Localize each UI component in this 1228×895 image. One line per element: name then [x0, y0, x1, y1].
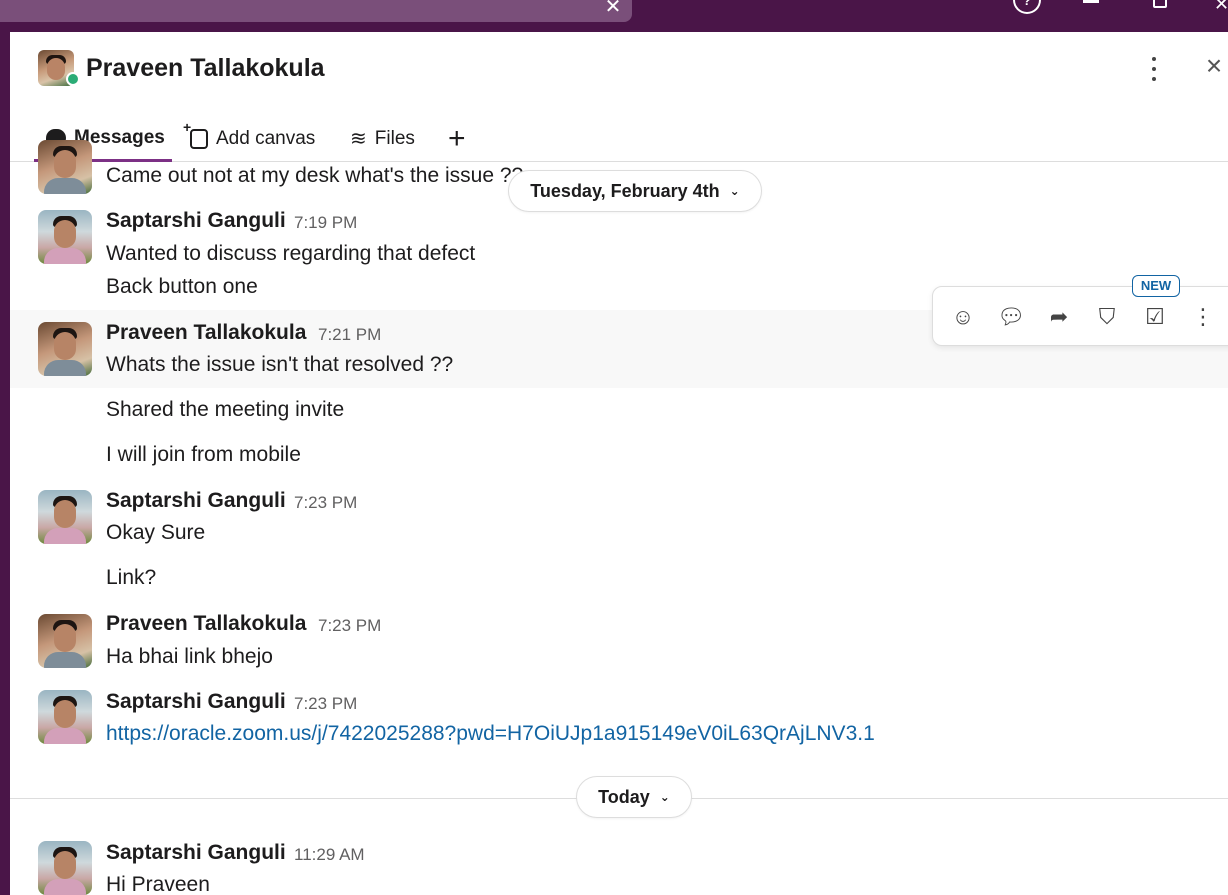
- avatar-face: [54, 150, 76, 178]
- avatar[interactable]: [38, 841, 92, 895]
- message-sender[interactable]: Saptarshi Ganguli: [106, 489, 286, 513]
- window-close-icon[interactable]: ✕: [1214, 0, 1228, 15]
- conversation-title[interactable]: Praveen Tallakokula: [86, 54, 325, 83]
- message-actions-toolbar: ☺ 💬︎ ➦ ⛉ ☑ ⋮: [932, 286, 1228, 346]
- avatar-body: [44, 528, 86, 544]
- avatar-face: [54, 332, 76, 360]
- chevron-down-icon: ⌄: [729, 184, 740, 198]
- avatar-face: [54, 851, 76, 879]
- avatar[interactable]: [38, 210, 92, 264]
- message-text: Back button one: [106, 275, 258, 298]
- chevron-down-icon: ⌄: [659, 790, 670, 804]
- conversation-tabs: Messages Add canvas ≋ Files +: [10, 116, 1228, 162]
- message-timestamp[interactable]: 7:23 PM: [294, 493, 357, 513]
- maximize-icon[interactable]: [1153, 0, 1167, 8]
- avatar-body: [44, 652, 86, 668]
- message-timestamp[interactable]: 7:23 PM: [318, 616, 381, 636]
- message-timestamp[interactable]: 7:23 PM: [294, 694, 357, 714]
- canvas-icon: [183, 119, 208, 149]
- new-badge: NEW: [1132, 275, 1180, 297]
- avatar[interactable]: [38, 322, 92, 376]
- message-text: Came out not at my desk what's the issue…: [106, 164, 524, 187]
- message-sender[interactable]: Saptarshi Ganguli: [106, 841, 286, 865]
- message-timestamp[interactable]: 7:19 PM: [294, 213, 357, 233]
- message-timestamp[interactable]: 11:29 AM: [294, 845, 365, 865]
- close-panel-icon[interactable]: ×: [1200, 50, 1228, 82]
- layers-icon: ≋: [350, 128, 367, 150]
- message-text: Link?: [106, 566, 157, 589]
- tab-label: Files: [374, 128, 415, 149]
- reply-thread-icon[interactable]: 💬︎: [995, 301, 1027, 333]
- avatar[interactable]: [38, 614, 92, 668]
- more-actions-icon[interactable]: ⋮: [1187, 301, 1219, 333]
- message-timestamp[interactable]: 7:21 PM: [318, 325, 381, 345]
- forward-icon[interactable]: ➦: [1043, 301, 1075, 333]
- date-divider-pill[interactable]: Tuesday, February 4th ⌄: [508, 170, 762, 212]
- date-label: Today: [598, 786, 650, 807]
- dm-panel: Praveen Tallakokula × Messages Add canva…: [10, 32, 1228, 895]
- tab-label: Add canvas: [216, 128, 316, 149]
- tab-close-icon[interactable]: ✕: [602, 0, 624, 18]
- message-sender[interactable]: Saptarshi Ganguli: [106, 209, 286, 233]
- avatar-body: [44, 879, 86, 895]
- more-options-icon[interactable]: [1150, 54, 1158, 82]
- conversation-header: Praveen Tallakokula ×: [10, 32, 1228, 104]
- add-reaction-icon[interactable]: ☺: [947, 301, 979, 333]
- message-sender[interactable]: Praveen Tallakokula: [106, 612, 306, 636]
- avatar-body: [44, 360, 86, 376]
- plus-icon: +: [448, 122, 466, 155]
- message-text: I will join from mobile: [106, 443, 301, 466]
- save-bookmark-icon[interactable]: ⛉: [1091, 301, 1123, 333]
- message-list[interactable]: Came out not at my desk what's the issue…: [10, 140, 1228, 895]
- help-icon[interactable]: ?: [1013, 0, 1041, 14]
- message-text: Okay Sure: [106, 521, 206, 544]
- minimize-icon[interactable]: [1083, 0, 1099, 3]
- message-sender[interactable]: Saptarshi Ganguli: [106, 690, 286, 714]
- add-tab-button[interactable]: +: [448, 116, 466, 162]
- avatar-body: [44, 178, 86, 194]
- browser-tab[interactable]: ✕: [0, 0, 632, 22]
- message-sender[interactable]: Praveen Tallakokula: [106, 321, 306, 345]
- date-label: Tuesday, February 4th: [530, 180, 720, 201]
- zoom-meeting-link[interactable]: https://oracle.zoom.us/j/7422025288?pwd=…: [106, 722, 875, 746]
- avatar[interactable]: [38, 490, 92, 544]
- date-divider-pill[interactable]: Today ⌄: [576, 776, 692, 818]
- avatar-body: [44, 728, 86, 744]
- avatar-face: [54, 500, 76, 528]
- avatar-face: [54, 220, 76, 248]
- tab-add-canvas[interactable]: Add canvas: [183, 116, 316, 162]
- message-text: Whats the issue isn't that resolved ??: [106, 353, 454, 376]
- avatar-body: [44, 248, 86, 264]
- message-text: Ha bhai link bhejo: [106, 645, 273, 668]
- workspace-rail: [0, 32, 10, 895]
- message-text: Shared the meeting invite: [106, 398, 345, 421]
- avatar-face: [54, 624, 76, 652]
- presence-active-icon: [66, 72, 80, 86]
- avatar[interactable]: [38, 140, 92, 194]
- message-text: Wanted to discuss regarding that defect: [106, 242, 476, 265]
- avatar-face: [54, 700, 76, 728]
- avatar[interactable]: [38, 690, 92, 744]
- message-text: Hi Praveen: [106, 873, 210, 895]
- window-titlebar: ✕ ? ✕: [0, 0, 1228, 32]
- add-to-list-icon[interactable]: ☑: [1139, 301, 1171, 333]
- tab-files[interactable]: ≋ Files: [350, 116, 415, 162]
- avatar-face: [47, 58, 65, 80]
